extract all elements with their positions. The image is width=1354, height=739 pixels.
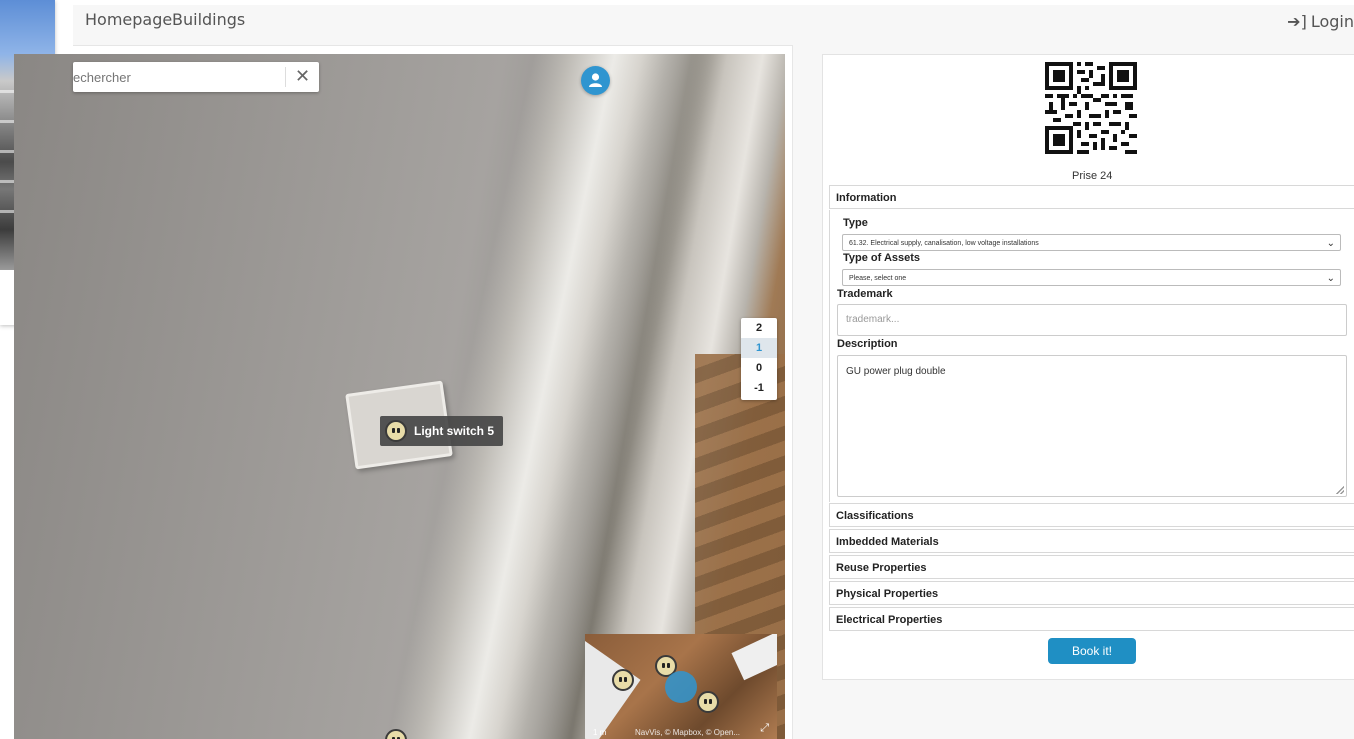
minimap-scale: 1 m bbox=[593, 728, 607, 737]
power-plug-icon[interactable] bbox=[612, 669, 634, 691]
qr-code bbox=[1045, 62, 1137, 154]
section-information[interactable]: Information bbox=[829, 185, 1354, 209]
section-imbedded-materials[interactable]: Imbedded Materials bbox=[829, 529, 1354, 553]
chevron-down-icon: ⌄ bbox=[1326, 238, 1335, 249]
floor-2[interactable]: 2 bbox=[741, 318, 777, 338]
login-link[interactable]: ➔] Login bbox=[1287, 12, 1354, 31]
user-icon bbox=[589, 73, 602, 87]
trademark-label: Trademark bbox=[837, 288, 893, 300]
sign-in-icon: ➔] bbox=[1287, 12, 1307, 31]
chevron-down-icon: ⌄ bbox=[1326, 273, 1335, 284]
floor-0[interactable]: 0 bbox=[741, 358, 777, 378]
resize-handle[interactable] bbox=[1336, 486, 1344, 494]
description-field[interactable]: GU power plug double bbox=[837, 355, 1347, 497]
type-label: Type bbox=[843, 217, 868, 229]
trademark-field[interactable]: trademark... bbox=[837, 304, 1347, 336]
minimap-footer: 1 m NavVis, © Mapbox, © Open... ⤢ bbox=[585, 722, 777, 739]
power-plug-icon[interactable] bbox=[697, 691, 719, 713]
section-physical-properties[interactable]: Physical Properties bbox=[829, 581, 1354, 605]
expand-icon[interactable]: ⤢ bbox=[760, 722, 769, 735]
floor-minus-1[interactable]: -1 bbox=[741, 378, 777, 398]
search-divider bbox=[285, 67, 286, 87]
nav-homepage-link[interactable]: Homepage bbox=[85, 10, 172, 29]
search-box: ✕ bbox=[73, 62, 319, 92]
minimap-attribution[interactable]: NavVis, © Mapbox, © Open... bbox=[635, 728, 740, 737]
floor-selector[interactable]: 2 1 0 -1 bbox=[741, 318, 777, 400]
user-button[interactable] bbox=[581, 66, 610, 95]
minimap[interactable]: 1 m NavVis, © Mapbox, © Open... ⤢ bbox=[585, 634, 777, 739]
power-plug-icon bbox=[385, 420, 407, 442]
section-classifications[interactable]: Classifications bbox=[829, 503, 1354, 527]
section-reuse-properties[interactable]: Reuse Properties bbox=[829, 555, 1354, 579]
poi-tag-light-switch[interactable]: Light switch 5 bbox=[380, 416, 504, 446]
nav-buildings-link[interactable]: Buildings bbox=[172, 10, 245, 29]
minimap-wall bbox=[731, 634, 777, 681]
type-of-assets-select[interactable]: Please, select one ⌄ bbox=[842, 269, 1341, 286]
minimap-wall bbox=[585, 634, 641, 739]
login-label: Login bbox=[1310, 12, 1354, 31]
type-of-assets-label: Type of Assets bbox=[843, 252, 921, 264]
asset-name: Prise 24 bbox=[1072, 170, 1113, 182]
close-icon[interactable]: ✕ bbox=[295, 66, 310, 86]
current-position-marker bbox=[665, 671, 697, 703]
search-input[interactable] bbox=[73, 62, 278, 92]
poi-tag-label: Light switch 5 bbox=[414, 424, 495, 438]
type-select[interactable]: 61.32. Electrical supply, canalisation, … bbox=[842, 234, 1341, 251]
type-of-assets-select-value: Please, select one bbox=[849, 275, 907, 282]
description-label: Description bbox=[837, 338, 898, 350]
type-select-value: 61.32. Electrical supply, canalisation, … bbox=[849, 240, 1039, 247]
book-it-button[interactable]: Book it! bbox=[1048, 638, 1136, 664]
section-electrical-properties[interactable]: Electrical Properties bbox=[829, 607, 1354, 631]
floor-1[interactable]: 1 bbox=[741, 338, 777, 358]
top-navbar: Homepage Buildings ➔] Login bbox=[73, 5, 1354, 46]
description-text: GU power plug double bbox=[846, 366, 946, 377]
